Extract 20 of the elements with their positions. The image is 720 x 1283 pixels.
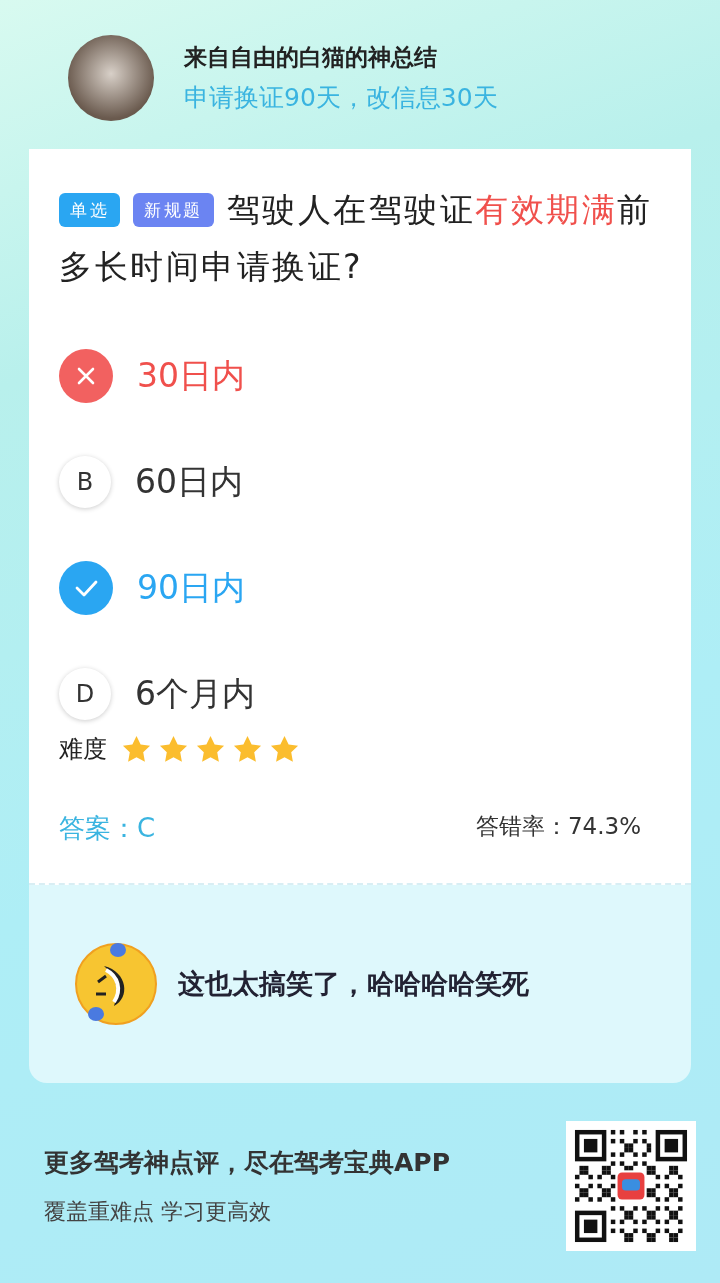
laughing-emoji-icon bbox=[74, 942, 158, 1026]
summary-text: 申请换证90天，改信息30天 bbox=[184, 82, 498, 114]
answer-text: 答案：C bbox=[59, 812, 156, 845]
promo-subtitle: 覆盖重难点 学习更高效 bbox=[44, 1197, 272, 1226]
checkmark-icon bbox=[59, 561, 113, 615]
answer-option[interactable]: 30日内 bbox=[59, 349, 661, 403]
error-rate-text: 答错率：74.3% bbox=[475, 812, 641, 841]
author-name: 来自自由的白猫的神总结 bbox=[184, 43, 438, 72]
comment-text: 这也太搞笑了，哈哈哈哈笑死 bbox=[178, 967, 529, 1001]
answer-option[interactable]: B 60日内 bbox=[59, 455, 661, 509]
question-tag: 新规题 bbox=[133, 193, 214, 227]
cross-icon bbox=[59, 349, 113, 403]
qr-code-icon bbox=[566, 1121, 696, 1251]
option-letter: D bbox=[59, 668, 111, 720]
question-text: 单选 新规题 驾驶人在驾驶证有效期满前多长时间申请换证? bbox=[59, 189, 654, 288]
difficulty-label: 难度 bbox=[59, 734, 107, 765]
option-letter: B bbox=[59, 456, 111, 508]
answer-option[interactable]: D 6个月内 bbox=[59, 667, 661, 721]
promo-title: 更多驾考神点评，尽在驾考宝典APP bbox=[44, 1146, 450, 1179]
question-tag: 单选 bbox=[59, 193, 120, 227]
